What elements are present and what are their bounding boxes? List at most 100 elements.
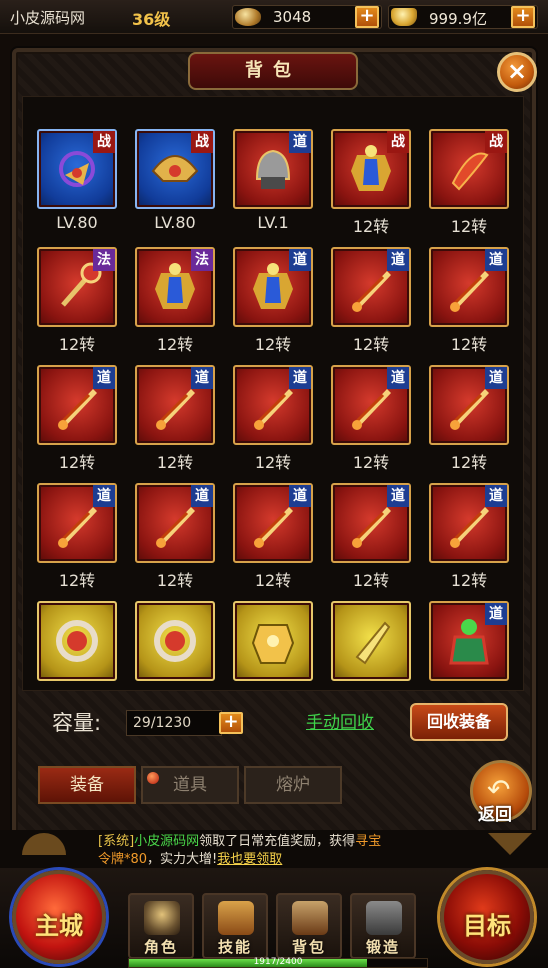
inventory-slot[interactable]: 道 <box>331 365 411 445</box>
hud-label-forge: 锻造 <box>365 938 400 956</box>
copper-coin-icon <box>235 8 261 26</box>
inventory-slot[interactable]: 道 <box>233 247 313 327</box>
item-level-label: 14转 <box>135 685 215 690</box>
class-tag-badge: 道 <box>289 485 311 507</box>
inventory-slot[interactable]: 道 <box>233 129 313 209</box>
inventory-slot[interactable]: 道 <box>233 483 313 563</box>
bag-title: 背包 <box>188 52 358 90</box>
hud-label-role: 角色 <box>143 938 178 956</box>
inventory-slot[interactable]: 法 <box>37 247 117 327</box>
inventory-slot[interactable]: 道 <box>429 483 509 563</box>
target-label[interactable]: 目标 <box>440 906 534 941</box>
recycle-equipment-button[interactable]: 回收装备 <box>410 703 508 741</box>
item-level-label: 14转 <box>233 685 313 690</box>
hud-label-skill: 技能 <box>217 938 252 956</box>
inventory-slot[interactable]: 战 <box>37 129 117 209</box>
inventory-slot[interactable]: 战 <box>135 129 215 209</box>
experience-text: 1917/2400 <box>253 957 303 967</box>
class-tag-badge: 战 <box>387 131 409 153</box>
chat-text: 领取了日常充值奖励，获得 <box>199 834 356 849</box>
class-tag-badge: 道 <box>93 485 115 507</box>
main-city-label[interactable]: 主城 <box>12 906 106 941</box>
class-tag-badge: 道 <box>387 367 409 389</box>
chat-text: ，实力大增! <box>147 852 218 867</box>
inventory-slot[interactable]: 道 <box>331 483 411 563</box>
inventory-grid[interactable]: 战 LV.80 战 LV.80 道 LV.1 战 12转战 12转法 12转法 12转道 12转道 12… <box>22 96 524 691</box>
red-ring-icon <box>56 620 98 662</box>
item-level-label: 12转 <box>156 335 194 354</box>
chat-system-tag: [系统] <box>98 834 135 849</box>
gold-ingot-icon <box>391 8 417 26</box>
manual-recycle-link[interactable]: 手动回收 <box>306 708 374 733</box>
hud-label-bag: 背包 <box>291 938 326 956</box>
inventory-slot[interactable] <box>331 601 411 681</box>
class-tag-badge: 道 <box>387 485 409 507</box>
item-level-label: 12转 <box>254 453 292 472</box>
gold-currency: 999.9亿 + <box>388 5 538 29</box>
class-tag-badge: 法 <box>191 249 213 271</box>
add-copper-button[interactable]: + <box>355 6 379 28</box>
inventory-slot[interactable]: 道 <box>429 601 509 681</box>
add-gold-button[interactable]: + <box>511 6 535 28</box>
chat-player-name[interactable]: 小皮源码网 <box>134 834 199 849</box>
tab-label: 熔炉 <box>276 775 310 795</box>
item-level-label: 12转 <box>58 453 96 472</box>
item-level-label: 12转 <box>254 335 292 354</box>
class-tag-badge: 法 <box>93 249 115 271</box>
close-button[interactable]: × <box>497 52 537 92</box>
inventory-slot[interactable]: 法 <box>135 247 215 327</box>
inventory-slot[interactable]: 战 <box>331 129 411 209</box>
item-level-label: 12转 <box>254 571 292 590</box>
gold-blade-icon <box>355 621 391 665</box>
class-tag-badge: 战 <box>93 131 115 153</box>
copper-currency: 3048 + <box>232 5 382 29</box>
inventory-slot[interactable] <box>37 601 117 681</box>
inventory-slot[interactable]: 道 <box>429 365 509 445</box>
class-tag-badge: 道 <box>191 485 213 507</box>
item-level-label: 12转 <box>352 217 390 236</box>
player-level: 36级 <box>132 10 171 29</box>
item-level-label: LV.1 <box>257 213 289 232</box>
class-tag-badge: 战 <box>191 131 213 153</box>
class-tag-badge: 战 <box>485 131 507 153</box>
item-level-label: 5转 <box>429 685 509 690</box>
inventory-slot[interactable] <box>135 601 215 681</box>
player-name: 小皮源码网 <box>10 9 86 27</box>
item-level-label: 12转 <box>450 335 488 354</box>
tab-equipment[interactable]: 装备 <box>38 766 136 804</box>
tab-label: 装备 <box>70 775 104 795</box>
expand-capacity-button[interactable]: + <box>219 712 243 734</box>
inventory-slot[interactable]: 道 <box>331 247 411 327</box>
chat-item-name: 寻宝 <box>355 834 382 849</box>
inventory-slot[interactable]: 道 <box>37 483 117 563</box>
tab-furnace[interactable]: 熔炉 <box>244 766 342 804</box>
back-label[interactable]: 返回 <box>478 800 512 825</box>
gold-value: 999.9亿 <box>429 10 487 28</box>
item-level-label: 12转 <box>450 453 488 472</box>
inventory-slot[interactable]: 道 <box>233 365 313 445</box>
item-level-label: 12转 <box>352 335 390 354</box>
capacity-label: 容量: <box>52 711 102 735</box>
gold-armor-icon <box>251 624 295 664</box>
class-tag-badge: 道 <box>485 367 507 389</box>
item-level-label: 12转 <box>352 453 390 472</box>
chest-icon <box>292 901 328 935</box>
tab-items[interactable]: 道具 <box>141 766 239 804</box>
inventory-slot[interactable]: 战 <box>429 129 509 209</box>
class-tag-badge: 道 <box>387 249 409 271</box>
inventory-slot[interactable] <box>233 601 313 681</box>
inventory-slot[interactable]: 道 <box>135 483 215 563</box>
item-level-label: LV.80 <box>154 213 196 232</box>
red-ring-icon <box>154 620 196 662</box>
item-level-label: 14转 <box>331 685 411 690</box>
chat-claim-link[interactable]: 我也要领取 <box>217 852 282 867</box>
inventory-slot[interactable]: 道 <box>135 365 215 445</box>
inventory-slot[interactable]: 道 <box>429 247 509 327</box>
item-level-label: 12转 <box>156 453 194 472</box>
inventory-slot[interactable]: 道 <box>37 365 117 445</box>
class-tag-badge: 道 <box>485 485 507 507</box>
item-level-label: 12转 <box>450 217 488 236</box>
anvil-icon <box>366 901 402 935</box>
top-status-bar: 小皮源码网 36级 3048 + 999.9亿 + <box>0 0 548 34</box>
copper-value: 3048 <box>273 8 312 26</box>
